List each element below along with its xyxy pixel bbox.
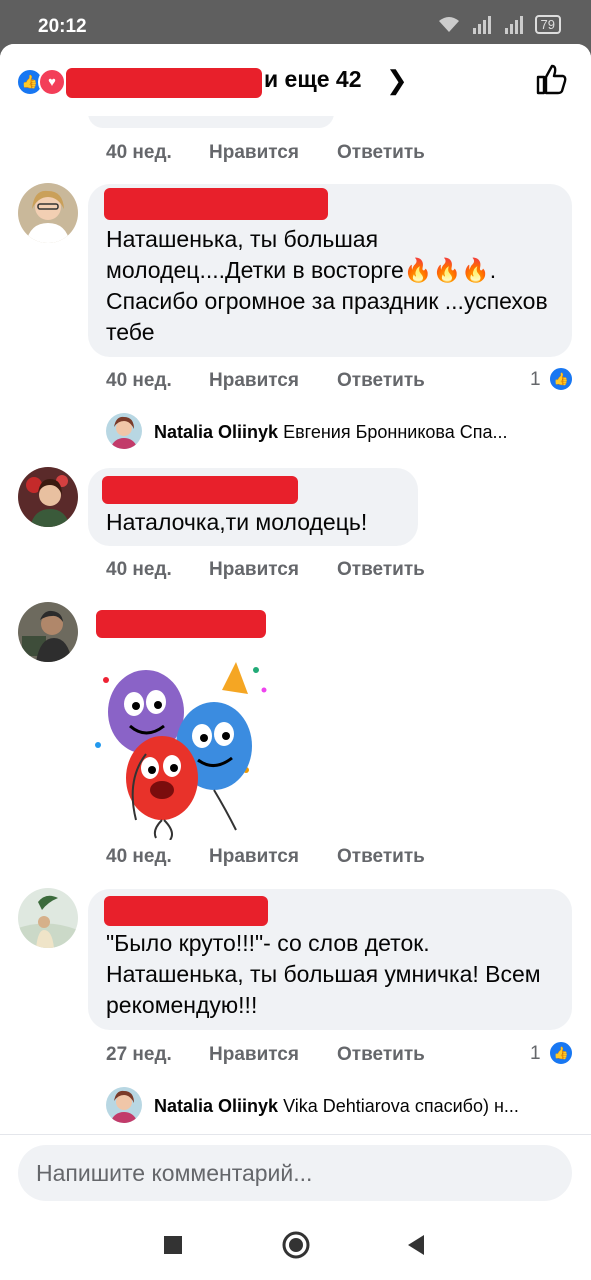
chevron-right-icon[interactable]: ❯ bbox=[386, 65, 408, 96]
redacted-author[interactable] bbox=[104, 896, 268, 926]
comments-sheet: 👍 ♥ и еще 42 ❯ 40 нед. Нравится Ответить… bbox=[0, 44, 591, 1210]
reactors-summary: и еще 42 bbox=[264, 66, 362, 92]
like-comment-button[interactable]: Нравится bbox=[209, 370, 299, 392]
reaction-count[interactable]: 1 bbox=[530, 369, 541, 391]
wifi-icon bbox=[438, 16, 459, 32]
reactions-header[interactable]: 👍 ♥ и еще 42 ❯ bbox=[0, 44, 591, 116]
comment-text: Наташенька, ты большая молодец....Детки … bbox=[106, 226, 548, 345]
redacted-author[interactable] bbox=[96, 610, 266, 638]
reply-comment-button[interactable]: Ответить bbox=[337, 142, 425, 164]
like-comment-button[interactable]: Нравится bbox=[209, 559, 299, 581]
reply-text: Vika Dehtiarova спасибо) н... bbox=[283, 1096, 519, 1116]
avatar[interactable] bbox=[18, 888, 78, 948]
reply-comment-button[interactable]: Ответить bbox=[337, 559, 425, 581]
reply-comment-button[interactable]: Ответить bbox=[337, 1044, 425, 1066]
redacted-name bbox=[66, 68, 262, 98]
avatar[interactable] bbox=[18, 602, 78, 662]
system-nav-bar bbox=[0, 1210, 591, 1280]
battery-indicator: 79 bbox=[534, 15, 561, 34]
reply-author: Natalia Oliinyk bbox=[154, 1096, 279, 1116]
like-badge-icon: 👍 bbox=[548, 1040, 574, 1066]
party-balloons-sticker[interactable] bbox=[86, 650, 272, 840]
reply-comment-button[interactable]: Ответить bbox=[337, 370, 425, 392]
status-time: 20:12 bbox=[38, 16, 87, 37]
comment-text: Наталочка,ти молодець! bbox=[106, 509, 368, 535]
like-comment-button[interactable]: Нравится bbox=[209, 1044, 299, 1066]
reply-preview[interactable]: Natalia Oliinyk Vika Dehtiarova спасибо)… bbox=[154, 1096, 569, 1117]
reply-avatar[interactable] bbox=[106, 413, 142, 449]
back-triangle-icon[interactable] bbox=[402, 1230, 432, 1260]
home-circle-icon[interactable] bbox=[281, 1230, 311, 1260]
comment-time: 40 нед. bbox=[106, 846, 172, 867]
reaction-count[interactable]: 1 bbox=[530, 1043, 541, 1065]
reply-text: Евгения Бронникова Спа... bbox=[283, 422, 508, 442]
comment-composer bbox=[0, 1134, 591, 1210]
reply-author: Natalia Oliinyk bbox=[154, 422, 279, 442]
comment-time: 27 нед. bbox=[106, 1044, 172, 1065]
status-icons: 79 bbox=[437, 15, 561, 34]
recents-square-icon[interactable] bbox=[158, 1230, 188, 1260]
like-comment-button[interactable]: Нравится bbox=[209, 846, 299, 868]
comment-input[interactable] bbox=[18, 1145, 572, 1201]
comment-time: 40 нед. bbox=[106, 559, 172, 580]
redacted-author[interactable] bbox=[104, 188, 328, 220]
redacted-author[interactable] bbox=[102, 476, 298, 504]
reply-preview[interactable]: Natalia Oliinyk Евгения Бронникова Спа..… bbox=[154, 422, 569, 443]
like-comment-button[interactable]: Нравится bbox=[209, 142, 299, 164]
status-bar: 20:12 79 bbox=[0, 0, 591, 48]
like-badge-icon: 👍 bbox=[548, 366, 574, 392]
comment-text: "Было круто!!!"- со слов деток. Наташень… bbox=[106, 930, 541, 1018]
avatar[interactable] bbox=[18, 467, 78, 527]
reply-avatar[interactable] bbox=[106, 1087, 142, 1123]
comment-time: 40 нед. bbox=[106, 370, 172, 391]
love-reaction-icon: ♥ bbox=[38, 68, 66, 96]
reply-comment-button[interactable]: Ответить bbox=[337, 846, 425, 868]
avatar[interactable] bbox=[18, 183, 78, 243]
thumbs-up-icon[interactable] bbox=[534, 62, 568, 96]
comment-time: 40 нед. bbox=[106, 142, 172, 163]
signal-icon bbox=[472, 15, 491, 34]
signal-4g-icon bbox=[504, 15, 523, 34]
